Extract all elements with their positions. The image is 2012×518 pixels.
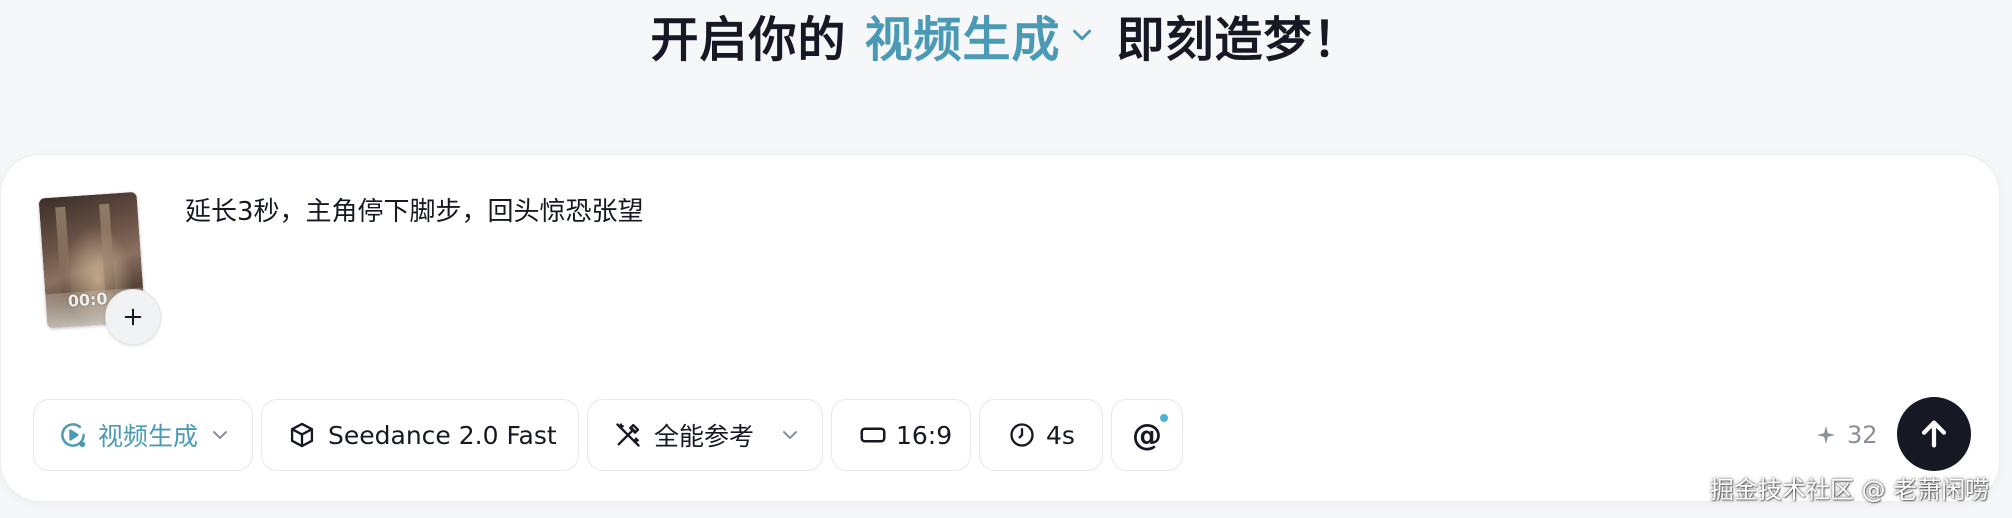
reference-mode-button[interactable]: 全能参考 bbox=[587, 399, 823, 471]
thumbnail-timestamp: 00:0 bbox=[67, 289, 109, 311]
cube-icon bbox=[288, 421, 316, 449]
reference-label: 全能参考 bbox=[654, 422, 755, 451]
prompt-input[interactable]: 延长3秒，主角停下脚步，回头惊恐张望 bbox=[185, 191, 644, 228]
magic-pen-icon bbox=[614, 421, 642, 449]
chevron-down-icon[interactable] bbox=[1067, 20, 1097, 50]
headline-suffix: 即刻造梦！ bbox=[1116, 12, 1362, 68]
clock-icon bbox=[1008, 421, 1036, 449]
aspect-ratio-icon bbox=[858, 420, 888, 450]
page-headline: 开启你的 视频生成 即刻造梦！ bbox=[0, 2, 2012, 68]
sparkle-icon bbox=[1815, 424, 1837, 446]
chevron-down-icon bbox=[208, 423, 232, 447]
plus-icon bbox=[122, 306, 144, 328]
mention-label: @ bbox=[1132, 417, 1162, 453]
submit-button[interactable] bbox=[1897, 397, 1971, 471]
mode-label: 视频生成 bbox=[98, 422, 199, 451]
model-label: Seedance 2.0 Fast bbox=[328, 420, 557, 450]
aspect-ratio-button[interactable]: 16:9 bbox=[831, 399, 971, 471]
credits-value: 32 bbox=[1847, 421, 1878, 449]
arrow-up-icon bbox=[1917, 417, 1951, 451]
duration-label: 4s bbox=[1046, 420, 1075, 450]
duration-button[interactable]: 4s bbox=[979, 399, 1103, 471]
model-select-button[interactable]: Seedance 2.0 Fast bbox=[261, 399, 579, 471]
aspect-ratio-label: 16:9 bbox=[896, 420, 953, 450]
headline-prefix: 开启你的 bbox=[650, 12, 847, 68]
headline-mode-selector[interactable]: 视频生成 bbox=[864, 0, 1060, 70]
add-media-button[interactable] bbox=[105, 289, 161, 345]
video-play-icon bbox=[58, 420, 88, 450]
prompt-card: 00:0 延长3秒，主角停下脚步，回头惊恐张望 视频生成 Seedance 2.… bbox=[0, 154, 2000, 502]
notification-dot bbox=[1160, 414, 1168, 422]
mention-button[interactable]: @ bbox=[1111, 399, 1183, 471]
watermark-text: 掘金技术社区 @ 老萧闲唠 bbox=[1710, 476, 1990, 504]
chevron-down-icon bbox=[778, 423, 802, 447]
credits-indicator: 32 bbox=[1815, 419, 1878, 451]
mode-select-button[interactable]: 视频生成 bbox=[33, 399, 253, 471]
